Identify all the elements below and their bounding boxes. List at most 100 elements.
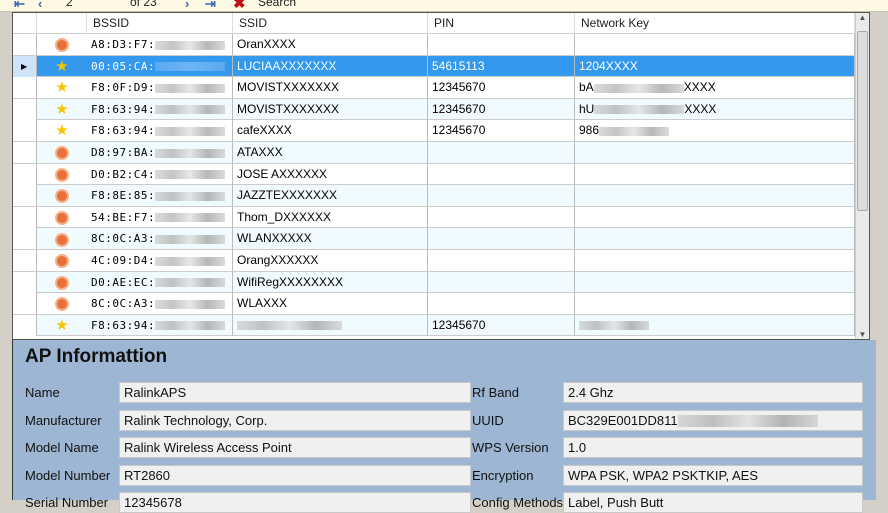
row-header[interactable] (13, 120, 37, 142)
redacted (594, 105, 685, 115)
vertical-scrollbar[interactable]: ▲ ▼ (855, 13, 869, 339)
pin-cell (428, 228, 575, 250)
navigation-toolbar: ⇤ ‹ 2 of 23 › ⇥ ✖ Search (0, 0, 888, 12)
scroll-up-icon[interactable]: ▲ (856, 13, 869, 22)
uuid-value: BC329E001DD811 (568, 412, 678, 428)
network-key-cell (575, 293, 855, 315)
table-row[interactable]: ★ F8:63:94: MOVISTXXXXXXX 12345670 hU XXX… (13, 98, 855, 121)
config-methods-value: Label, Push Butt (568, 495, 664, 510)
no-wps-icon (37, 250, 87, 271)
first-record-icon[interactable]: ⇤ (14, 0, 25, 11)
column-header-pin[interactable]: PIN (428, 13, 575, 34)
table-row[interactable]: 8C:0C:A3: WLANXXXXX (13, 228, 855, 250)
last-record-icon[interactable]: ⇥ (205, 0, 216, 11)
table-row[interactable]: ★ F8:0F:D9: MOVISTXXXXXXX 12345670 bA XXX… (13, 77, 855, 99)
bssid-cell: D0:B2:C4: (87, 163, 233, 185)
bssid-cell: F8:63:94: (87, 120, 233, 142)
scroll-thumb[interactable] (857, 31, 868, 211)
next-record-icon[interactable]: › (185, 0, 189, 11)
table-row[interactable]: F8:8E:85: JAZZTEXXXXXXX (13, 185, 855, 207)
bssid-text: D8:97:BA: (91, 146, 156, 159)
manufacturer-label: Manufacturer (25, 412, 102, 428)
table-row[interactable]: 8C:0C:A3: WLAXXX (13, 293, 855, 315)
bssid-text: F8:0F:D9: (91, 81, 156, 95)
model-name-field[interactable]: Ralink Wireless Access Point (119, 437, 471, 458)
bssid-cell: F8:63:94: (87, 314, 233, 336)
ssid-cell (233, 314, 428, 336)
row-header[interactable] (13, 98, 37, 120)
networks-grid: BSSID SSID PIN Network Key A8:D3:F7: Ora… (12, 12, 870, 340)
table-row[interactable]: 4C:09:D4: OrangXXXXXX (13, 250, 855, 272)
table-row[interactable]: D0:AE:EC: WifiRegXXXXXXXX (13, 271, 855, 294)
redacted (155, 256, 226, 266)
ssid-text: WLAXXX (237, 296, 288, 311)
uuid-field[interactable]: BC329E001DD811 (563, 409, 863, 431)
wps-version-value: 1.0 (568, 440, 587, 455)
row-header[interactable] (13, 228, 37, 250)
table-row[interactable]: A8:D3:F7: OranXXXX (13, 34, 855, 56)
bssid-text: 4C:09:D4: (91, 254, 156, 267)
bssid-cell: D8:97:BA: (87, 142, 233, 163)
row-header[interactable]: ▶ (13, 55, 37, 77)
redacted (155, 105, 226, 115)
ap-information-panel: AP Informattion Name RalinkAPS Manufactur… (12, 340, 876, 513)
ssid-text: OranXXXX (237, 37, 296, 51)
network-key-cell (575, 314, 855, 336)
table-row[interactable]: D8:97:BA: ATAXXX (13, 142, 855, 164)
config-methods-label: Config Methods (472, 495, 564, 510)
record-number-input[interactable]: 2 (66, 0, 73, 9)
row-header[interactable] (13, 34, 37, 55)
row-header[interactable] (13, 77, 37, 99)
redacted (155, 213, 226, 223)
pin-cell (428, 206, 575, 228)
column-header-icon[interactable] (37, 13, 87, 34)
table-row[interactable]: 54:BE:F7: Thom_DXXXXXX (13, 206, 855, 229)
pin-cell: 12345670 (428, 98, 575, 120)
config-methods-field[interactable]: Label, Push Butt (563, 492, 863, 513)
ssid-cell: LUCIAAXXXXXXX (233, 55, 428, 77)
table-row[interactable]: ▶ ★ 00:05:CA: LUCIAAXXXXXXX 54615113 120… (13, 55, 855, 78)
key-tail-text: XXXX (684, 101, 717, 116)
column-header-ssid[interactable]: SSID (233, 13, 428, 34)
encryption-field[interactable]: WPA PSK, WPA2 PSKTKIP, AES (563, 464, 863, 486)
row-header[interactable] (13, 163, 37, 185)
column-header-network-key[interactable]: Network Key (575, 13, 855, 34)
ssid-cell: MOVISTXXXXXXX (233, 77, 428, 99)
row-header[interactable] (13, 314, 37, 336)
table-row[interactable]: ★ F8:63:94: cafeXXXX 12345670 986 (13, 120, 855, 142)
row-header[interactable] (13, 185, 37, 207)
table-row[interactable]: D0:B2:C4: JOSE AXXXXXX (13, 163, 855, 186)
scroll-down-icon[interactable]: ▼ (856, 330, 869, 339)
row-header[interactable] (13, 271, 37, 293)
bssid-text: A8:D3:F7: (91, 38, 156, 51)
row-header[interactable] (13, 293, 37, 315)
row-header[interactable] (13, 206, 37, 228)
redacted (155, 62, 226, 72)
prev-record-icon[interactable]: ‹ (38, 0, 42, 11)
bssid-text: F8:63:94: (91, 102, 156, 116)
ssid-text: WifiRegXXXXXXXX (237, 274, 344, 289)
search-button[interactable]: Search (258, 0, 296, 9)
name-value: RalinkAPS (124, 385, 187, 400)
no-wps-icon (37, 228, 87, 249)
table-row[interactable]: ★ F8:63:94: 12345670 (13, 314, 855, 337)
delete-icon[interactable]: ✖ (233, 0, 246, 11)
rf-band-label: Rf Band (472, 385, 519, 400)
name-field[interactable]: RalinkAPS (119, 382, 471, 403)
column-header-bssid[interactable]: BSSID (87, 13, 233, 34)
pin-cell: 54615113 (428, 55, 575, 77)
key-tail-text: XXXX (683, 80, 716, 95)
network-key-cell (575, 142, 855, 163)
row-header[interactable] (13, 250, 37, 271)
bssid-cell: 4C:09:D4: (87, 250, 233, 271)
wps-version-field[interactable]: 1.0 (563, 437, 863, 458)
rf-band-field[interactable]: 2.4 Ghz (563, 382, 863, 403)
network-key-cell (575, 34, 855, 55)
star-icon: ★ (55, 100, 69, 118)
bssid-text: D0:AE:EC: (91, 275, 156, 289)
serial-number-field[interactable]: 12345678 (119, 492, 471, 513)
manufacturer-field[interactable]: Ralink Technology, Corp. (119, 409, 471, 431)
row-header[interactable] (13, 142, 37, 163)
model-number-field[interactable]: RT2860 (119, 464, 471, 486)
bssid-text: 8C:0C:A3: (91, 297, 156, 311)
